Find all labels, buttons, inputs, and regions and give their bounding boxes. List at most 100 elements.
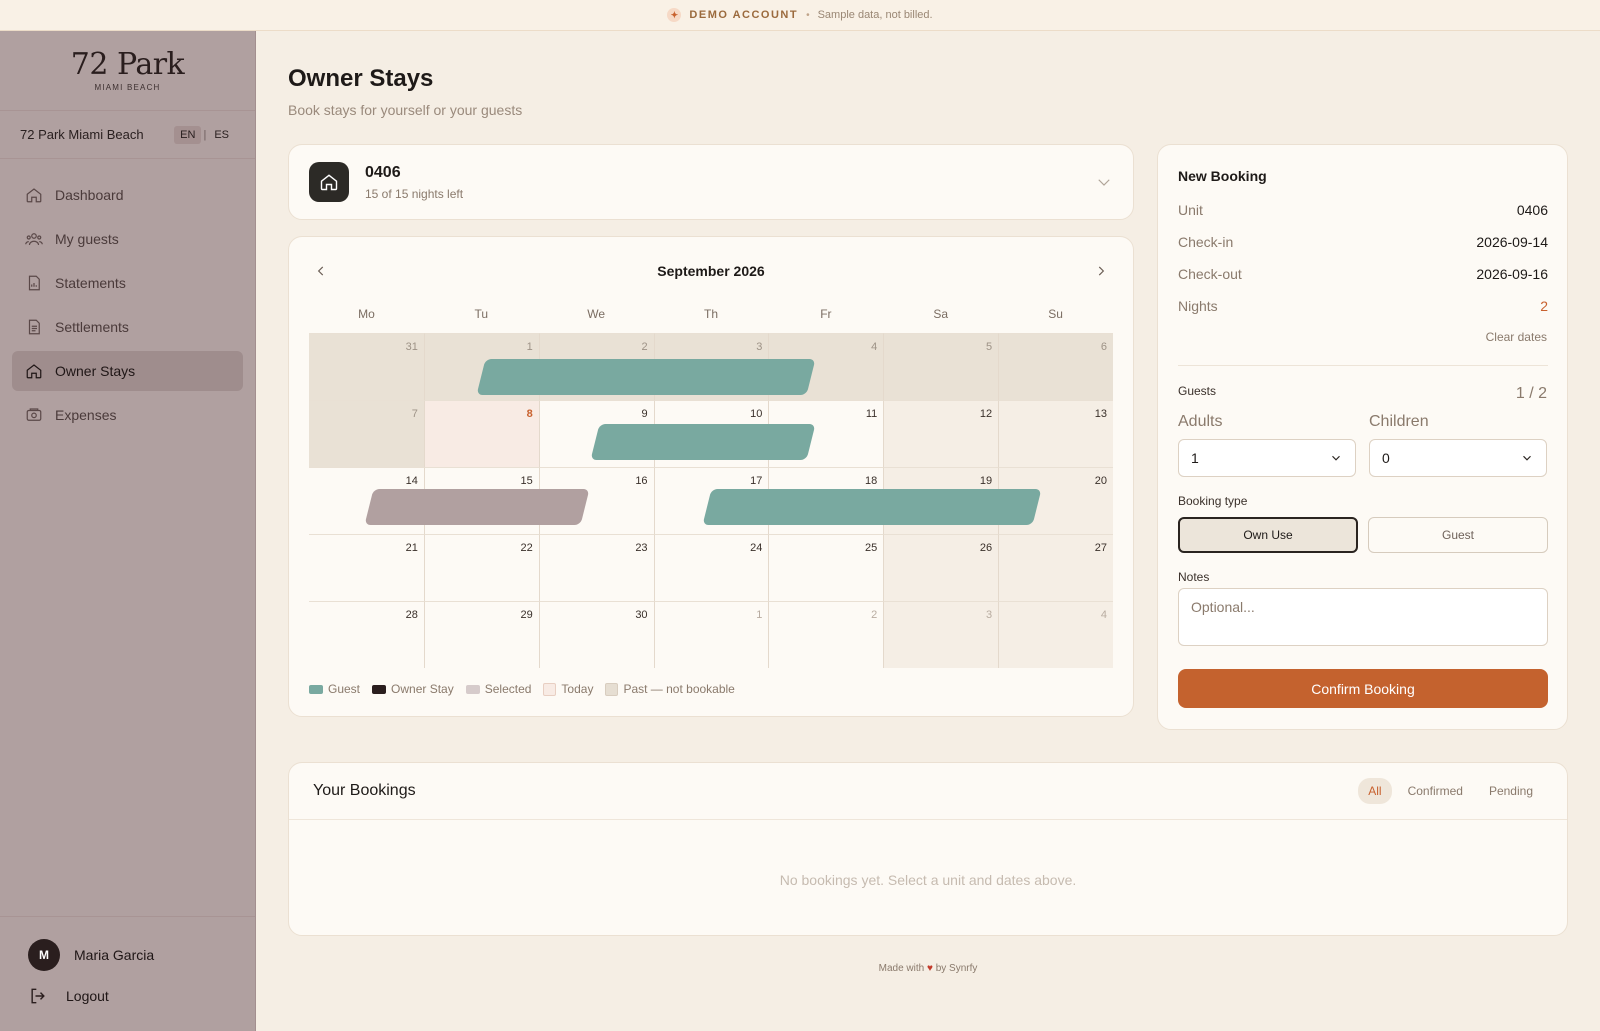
calendar-day-cell[interactable]: 2 <box>768 601 884 668</box>
guest-type-button[interactable]: Guest <box>1368 517 1548 553</box>
home-icon <box>26 188 42 203</box>
weekday-label: Sa <box>933 307 949 321</box>
calendar-day-cell[interactable]: 12 <box>883 400 999 467</box>
calendar-day-cell[interactable]: 8 <box>423 400 539 467</box>
chevron-down-icon <box>1098 179 1110 186</box>
calendar-day-number: 30 <box>635 609 648 621</box>
sidebar-item-label: Dashboard <box>55 187 124 203</box>
calendar-day-cell[interactable]: 3 <box>883 601 999 668</box>
calendar-day-cell[interactable]: 27 <box>998 534 1113 601</box>
weekday-label: Su <box>1048 307 1063 321</box>
calendar-day-cell[interactable]: 19 <box>883 467 999 534</box>
your-bookings: Your Bookings All Confirmed Pending No b… <box>288 762 1568 936</box>
calendar-day-cell[interactable]: 21 <box>309 534 424 601</box>
own-use-button[interactable]: Own Use <box>1178 517 1358 553</box>
calendar-day-number: 12 <box>979 408 993 420</box>
sidebar-item-statements[interactable]: Statements <box>12 263 243 303</box>
calendar-day-cell[interactable]: 3 <box>653 333 769 400</box>
legend-label: Guest <box>328 682 361 696</box>
calendar-day-cell[interactable]: 22 <box>423 534 539 601</box>
adults-select[interactable]: 1 <box>1178 439 1356 477</box>
calendar-day-cell[interactable]: 4 <box>998 601 1113 668</box>
calendar-day-number: 13 <box>1094 408 1107 420</box>
calendar-day-cell[interactable]: 20 <box>998 467 1113 534</box>
calendar-day-cell[interactable]: 25 <box>768 534 884 601</box>
calendar-day-cell[interactable]: 11 <box>768 400 884 467</box>
wallet-icon <box>26 408 42 421</box>
calendar-month: September 2026 <box>657 263 765 279</box>
calendar-day-cell[interactable]: 4 <box>768 333 884 400</box>
calendar-day-cell[interactable]: 31 <box>309 333 424 400</box>
sidebar-item-settlements[interactable]: Settlements <box>12 307 243 347</box>
calendar-day-number: 15 <box>520 475 533 487</box>
calendar-day-cell[interactable]: 26 <box>883 534 999 601</box>
demo-label: DEMO ACCOUNT <box>689 9 799 21</box>
logout-button[interactable]: Logout <box>28 981 227 1011</box>
legend-label: Selected <box>484 682 532 696</box>
adults-label: Adults <box>1178 413 1223 430</box>
prev-month-button[interactable] <box>309 259 333 283</box>
calendar-day-cell[interactable]: 18 <box>768 467 884 534</box>
heart-icon: ♥ <box>926 963 933 974</box>
calendar-day-cell[interactable]: 7 <box>309 400 424 467</box>
sidebar-item-dashboard[interactable]: Dashboard <box>12 175 243 215</box>
unit-label: Unit <box>1178 202 1203 218</box>
guests-label: Guests <box>1178 384 1217 398</box>
filter-all[interactable]: All <box>1358 778 1392 804</box>
calendar-day-cell[interactable]: 16 <box>538 467 654 534</box>
legend-past: Past — not bookable <box>605 682 735 696</box>
sidebar-footer: M Maria Garcia Logout <box>0 916 255 1031</box>
calendar-day-number: 20 <box>1094 475 1107 487</box>
calendar-day-cell[interactable]: 1 <box>423 333 539 400</box>
sidebar-item-label: Owner Stays <box>55 363 136 379</box>
calendar-day-cell[interactable]: 6 <box>998 333 1113 400</box>
lang-en[interactable]: EN <box>174 125 202 144</box>
user-profile[interactable]: M Maria Garcia <box>28 939 227 971</box>
chevron-down-icon <box>1332 455 1340 461</box>
calendar-day-cell[interactable]: 28 <box>309 601 424 668</box>
calendar-day-cell[interactable]: 5 <box>883 333 999 400</box>
calendar-day-number: 3 <box>756 341 763 353</box>
calendar-day-cell[interactable]: 10 <box>653 400 769 467</box>
calendar-day-cell[interactable]: 1 <box>653 601 769 668</box>
sidebar-item-my-guests[interactable]: My guests <box>12 219 243 259</box>
booking-title: New Booking <box>1178 168 1267 184</box>
sidebar-item-label: My guests <box>55 231 119 247</box>
checkin-label: Check-in <box>1178 234 1234 250</box>
demo-banner: ✦ DEMO ACCOUNT • Sample data, not billed… <box>0 0 1600 31</box>
sidebar-nav: Dashboard My guests Statements Settlemen… <box>0 159 255 455</box>
next-month-button[interactable] <box>1089 259 1113 283</box>
calendar-grid: 31 1 2 3 4 5 6 7 8 9 10 11 12 13 14 15 16 17 18 19 20 21 22 23 2… <box>309 333 1113 668</box>
calendar-day-cell[interactable]: 23 <box>538 534 654 601</box>
calendar-day-cell[interactable]: 15 <box>423 467 539 534</box>
calendar-day-cell[interactable]: 2 <box>538 333 654 400</box>
brand-logo[interactable]: 72 Park MIAMI BEACH <box>0 31 255 111</box>
users-icon <box>25 233 43 246</box>
sidebar-item-expenses[interactable]: Expenses <box>12 395 243 435</box>
logout-label: Logout <box>66 988 109 1004</box>
weekday-label: Th <box>703 307 718 321</box>
sidebar-item-owner-stays[interactable]: Owner Stays <box>12 351 243 391</box>
calendar-day-cell[interactable]: 29 <box>423 601 539 668</box>
weekday-label: Fr <box>820 307 832 321</box>
unit-selector[interactable]: 0406 15 of 15 nights left <box>288 144 1134 220</box>
notes-textarea[interactable]: Optional... <box>1178 588 1548 646</box>
filter-confirmed[interactable]: Confirmed <box>1398 778 1473 804</box>
calendar-day-cell[interactable]: 30 <box>538 601 654 668</box>
calendar-day-cell[interactable]: 13 <box>998 400 1113 467</box>
checkin-value: 2026-09-14 <box>1476 234 1548 250</box>
calendar-day-cell[interactable]: 14 <box>309 467 424 534</box>
calendar-day-cell[interactable]: 24 <box>653 534 769 601</box>
demo-spark-icon: ✦ <box>667 8 682 22</box>
children-select[interactable]: 0 <box>1369 439 1547 477</box>
adults-value: 1 <box>1191 450 1199 466</box>
calendar-day-cell[interactable]: 17 <box>653 467 769 534</box>
calendar-day-number: 14 <box>405 475 418 487</box>
confirm-booking-button[interactable]: Confirm Booking <box>1178 669 1548 708</box>
lang-es[interactable]: ES <box>208 126 235 144</box>
calendar-day-number: 1 <box>526 341 533 353</box>
filter-pending[interactable]: Pending <box>1479 778 1543 804</box>
calendar-day-cell[interactable]: 9 <box>538 400 654 467</box>
unit-number: 0406 <box>365 163 401 181</box>
clear-dates-button[interactable]: Clear dates <box>1486 330 1547 344</box>
